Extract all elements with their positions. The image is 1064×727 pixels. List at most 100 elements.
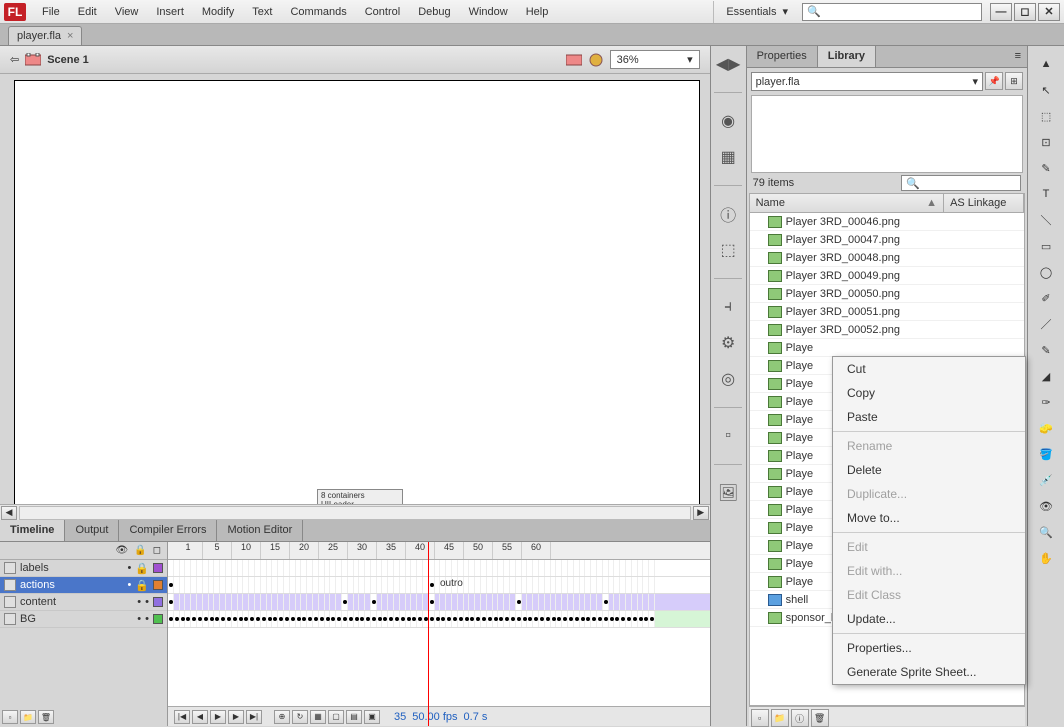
tool-10[interactable]: ／: [1033, 312, 1059, 336]
context-item-delete[interactable]: Delete: [833, 458, 1025, 482]
transform-panel-icon[interactable]: ⬚: [716, 238, 740, 262]
menu-modify[interactable]: Modify: [194, 1, 242, 23]
properties-button[interactable]: ⓘ: [791, 709, 809, 727]
dock-expand-icon[interactable]: ◀▶: [716, 52, 740, 76]
code-snippets-icon[interactable]: ⚙: [716, 331, 740, 355]
frame-ruler[interactable]: 151015202530354045505560: [168, 542, 710, 560]
play-button[interactable]: ▶: [210, 710, 226, 724]
panel-menu-icon[interactable]: ≡: [1009, 46, 1027, 67]
next-frame-button[interactable]: ▶: [228, 710, 244, 724]
project-panel-icon[interactable]: 🖼: [716, 481, 740, 505]
outline-color[interactable]: [153, 580, 163, 590]
center-frame-button[interactable]: ⊕: [274, 710, 290, 724]
new-library-button[interactable]: ⊞: [1005, 72, 1023, 90]
library-item[interactable]: Player 3RD_00051.png: [750, 303, 1024, 321]
context-item-copy[interactable]: Copy: [833, 381, 1025, 405]
tool-0[interactable]: ▲: [1033, 52, 1059, 76]
color-panel-icon[interactable]: ◉: [716, 109, 740, 133]
layer-row[interactable]: BG••: [0, 611, 167, 628]
menu-control[interactable]: Control: [357, 1, 408, 23]
new-layer-button[interactable]: ▫: [2, 710, 18, 724]
library-search[interactable]: 🔍: [901, 175, 1021, 191]
tool-15[interactable]: 🪣: [1033, 442, 1059, 466]
frame-cell[interactable]: [649, 560, 655, 576]
ruler-tick[interactable]: 55: [493, 542, 522, 559]
new-folder-button[interactable]: 📁: [771, 709, 789, 727]
context-item-cut[interactable]: Cut: [833, 357, 1025, 381]
stage-area[interactable]: 8 containers UILoader UILoader NAME OF T…: [0, 74, 710, 504]
ruler-tick[interactable]: 35: [377, 542, 406, 559]
tool-1[interactable]: ↖: [1033, 78, 1059, 102]
components-panel-icon[interactable]: ◎: [716, 367, 740, 391]
col-name[interactable]: Name ▲: [750, 194, 944, 212]
onion-outlines-button[interactable]: ▢: [328, 710, 344, 724]
menu-debug[interactable]: Debug: [410, 1, 458, 23]
library-item[interactable]: Player 3RD_00049.png: [750, 267, 1024, 285]
ruler-tick[interactable]: 50: [464, 542, 493, 559]
delete-button[interactable]: 🗑: [811, 709, 829, 727]
player-widget[interactable]: 8 containers UILoader UILoader NAME OF T…: [200, 489, 520, 504]
tab-motion-editor[interactable]: Motion Editor: [217, 520, 303, 541]
tool-19[interactable]: ✋: [1033, 546, 1059, 570]
tool-16[interactable]: 💉: [1033, 468, 1059, 492]
tool-4[interactable]: ✎: [1033, 156, 1059, 180]
menu-insert[interactable]: Insert: [148, 1, 192, 23]
playhead[interactable]: [428, 542, 429, 726]
back-arrow-icon[interactable]: ⇦: [10, 53, 19, 66]
tool-12[interactable]: ◢: [1033, 364, 1059, 388]
loop-button[interactable]: ↻: [292, 710, 308, 724]
tool-14[interactable]: 🧽: [1033, 416, 1059, 440]
library-search-input[interactable]: [924, 178, 1016, 189]
ruler-tick[interactable]: 25: [319, 542, 348, 559]
visibility-dot[interactable]: •: [127, 562, 131, 574]
context-item-paste[interactable]: Paste: [833, 405, 1025, 429]
close-tab-icon[interactable]: ×: [67, 30, 73, 42]
edit-multi-button[interactable]: ▤: [346, 710, 362, 724]
timeline-frames[interactable]: 151015202530354045505560 outro |◀ ◀ ▶ ▶: [168, 542, 710, 726]
edit-symbol-icon[interactable]: [588, 53, 604, 67]
menu-window[interactable]: Window: [461, 1, 516, 23]
workspace-dropdown[interactable]: Essentials ▾: [713, 1, 800, 23]
tool-5[interactable]: T: [1033, 182, 1059, 206]
frame-cell[interactable]: [516, 594, 522, 610]
prev-frame-button[interactable]: ◀: [192, 710, 208, 724]
lock-dot[interactable]: •: [145, 613, 149, 625]
help-search-input[interactable]: [825, 6, 977, 18]
markers-button[interactable]: ▣: [364, 710, 380, 724]
document-tab[interactable]: player.fla ×: [8, 26, 82, 45]
library-item[interactable]: Player 3RD_00046.png: [750, 213, 1024, 231]
outline-color[interactable]: [153, 563, 163, 573]
menu-view[interactable]: View: [107, 1, 147, 23]
frame-cell[interactable]: [649, 577, 655, 593]
outline-color[interactable]: [153, 614, 163, 624]
tool-13[interactable]: ✑: [1033, 390, 1059, 414]
library-item[interactable]: Player 3RD_00050.png: [750, 285, 1024, 303]
layer-row[interactable]: actions•🔒: [0, 577, 167, 594]
new-folder-button[interactable]: 📁: [20, 710, 36, 724]
frame-cell[interactable]: [649, 611, 655, 627]
tab-output[interactable]: Output: [65, 520, 119, 541]
stage-hscroll[interactable]: ◀ ▶: [0, 504, 710, 520]
stage-canvas[interactable]: [14, 80, 700, 504]
tool-18[interactable]: 🔍: [1033, 520, 1059, 544]
track-actions[interactable]: [168, 577, 710, 594]
tool-3[interactable]: ⊡: [1033, 130, 1059, 154]
visibility-icon[interactable]: 👁: [116, 545, 129, 556]
frame-cell[interactable]: [168, 577, 174, 593]
tab-timeline[interactable]: Timeline: [0, 520, 65, 541]
delete-layer-button[interactable]: 🗑: [38, 710, 54, 724]
edit-scene-icon[interactable]: [566, 53, 582, 67]
tool-17[interactable]: 👁: [1033, 494, 1059, 518]
context-item-update-[interactable]: Update...: [833, 607, 1025, 631]
align-panel-icon[interactable]: ⫞: [716, 295, 740, 319]
frame-cell[interactable]: [429, 594, 435, 610]
context-item-properties-[interactable]: Properties...: [833, 636, 1025, 660]
outline-color[interactable]: [153, 597, 163, 607]
tool-7[interactable]: ▭: [1033, 234, 1059, 258]
scroll-right-icon[interactable]: ▶: [693, 506, 709, 520]
visibility-dot[interactable]: •: [137, 613, 141, 625]
frame-cell[interactable]: [429, 577, 435, 593]
last-frame-button[interactable]: ▶|: [246, 710, 262, 724]
first-frame-button[interactable]: |◀: [174, 710, 190, 724]
close-button[interactable]: ✕: [1038, 3, 1060, 21]
